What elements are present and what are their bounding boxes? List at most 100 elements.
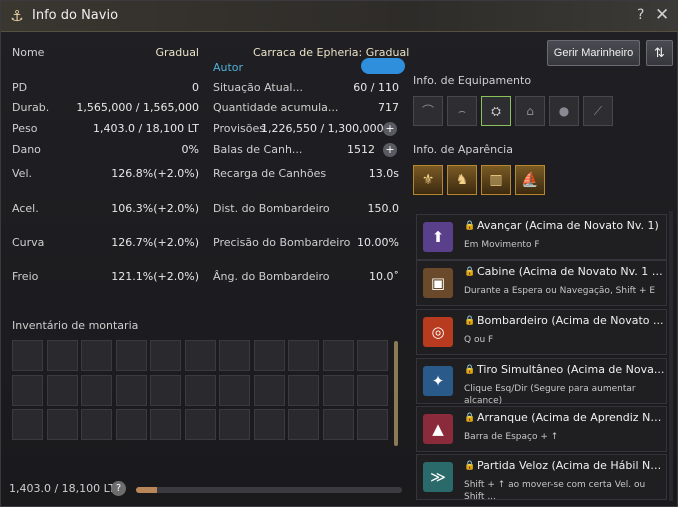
appearance-slot-1[interactable]: ⚜ [413,165,443,195]
right-stat-value: 13.0s [368,167,399,180]
inventory-slot[interactable] [184,340,216,371]
swap-icon: ⇅ [654,45,665,60]
left-stat-value: 1,403.0 / 18,100 LT [92,122,199,135]
skill-icon: ⬆ [423,222,453,252]
inventory-slot[interactable] [150,409,181,440]
add-cannonballs-button[interactable]: + [383,143,397,157]
left-stat-value: 126.8%(+2.0%) [111,167,199,180]
inventory-slot[interactable] [322,409,354,440]
skill-name: Arranque (Acima de Aprendiz Nv... [477,411,665,424]
inventory-slot[interactable] [253,374,285,406]
help-icon[interactable]: ? [637,7,644,23]
skill-item[interactable]: ▲ 🔒 Arranque (Acima de Aprendiz Nv... Barra… [416,406,667,452]
sail-icon: ⌂ [526,104,534,118]
weight-bar [136,487,402,493]
inventory-slot[interactable] [357,340,388,371]
inventory-slot[interactable] [12,409,43,440]
inventory-slot[interactable] [81,340,112,371]
inventory-slot[interactable] [12,374,43,406]
inventory-slot[interactable] [81,409,112,440]
skill-desc: Durante a Espera ou Navegação, Shift + E [464,286,656,296]
inventory-slot[interactable] [184,374,216,406]
skill-name: Cabine (Acima de Novato Nv. 1 e... [477,265,665,278]
skill-item[interactable]: ◎ 🔒 Bombardeiro (Acima de Novato ... Q ou F [416,309,667,355]
inventory-slot[interactable] [288,409,319,440]
inventory-slot[interactable] [184,409,216,440]
equipment-slot-harpoon[interactable]: ⟋ [583,96,613,126]
inventory-slot[interactable] [150,340,181,371]
name-label: Nome [12,46,45,59]
swap-ship-button[interactable]: ⇅ [646,40,673,66]
right-stat-value: 1,226,550 / 1,300,000 [261,122,384,135]
inventory-slot[interactable] [46,374,78,406]
equipment-slot-cannon[interactable]: ⛭ [481,96,511,126]
inventory-slot[interactable] [322,340,354,371]
equipment-slot-prow[interactable]: ⌒ [413,96,443,126]
left-stat-value: 121.1%(+2.0%) [111,270,199,283]
equipment-title: Info. de Equipamento [413,74,532,87]
skill-icon: ▲ [423,414,453,444]
left-stat-label: Dano [12,143,41,156]
skill-item[interactable]: ▣ 🔒 Cabine (Acima de Novato Nv. 1 e... Dura… [416,260,667,306]
ship-info-window: ⚓ Info do Navio ? ✕ Nome Gradual Carraca… [0,0,678,507]
inventory-slot[interactable] [115,409,147,440]
crew-icon: ● [558,104,570,118]
left-stat-label: Peso [12,122,38,135]
left-stat-label: Vel. [12,167,32,180]
inventory-slot[interactable] [288,340,319,371]
inventory-slot[interactable] [357,374,388,406]
appearance-slot-2[interactable]: ♞ [447,165,477,195]
appearance-slot-4[interactable]: ⛵ [515,165,545,195]
skill-item[interactable]: ✦ 🔒 Tiro Simultâneo (Acima de Nova... Cliqu… [416,358,667,406]
right-stat-value: 10.00% [357,236,399,249]
inventory-title: Inventário de montaria [12,319,139,332]
inventory-slot[interactable] [322,374,354,406]
inventory-slot[interactable] [288,374,319,406]
anchor-icon: ⚓ [10,7,24,25]
inventory-weight: 1,403.0 / 18,100 LT [9,482,116,495]
inventory-slot[interactable] [115,340,147,371]
left-stat-label: Freio [12,270,39,283]
right-stat-label: Provisões [213,122,265,135]
left-stat-value: 126.7%(+2.0%) [111,236,199,249]
inventory-slot[interactable] [12,340,43,371]
inventory-slot[interactable] [46,340,78,371]
right-stat-value: 10.0˚ [369,270,399,283]
skill-icon: ≫ [423,462,453,492]
appearance-slot-3[interactable]: ▥ [481,165,511,195]
appearance-prow-icon: ⚜ [421,172,435,188]
inventory-slot[interactable] [219,374,250,406]
manage-crew-button[interactable]: Gerir Marinheiro [547,40,640,66]
inventory-slot[interactable] [357,409,388,440]
equipment-slot-crew[interactable]: ● [549,96,579,126]
weight-help-icon[interactable]: ? [111,481,126,496]
left-stat-value: 106.3%(+2.0%) [111,202,199,215]
appearance-figurehead-icon: ♞ [455,172,469,188]
inventory-slot[interactable] [81,374,112,406]
skill-scrollbar[interactable] [669,211,673,501]
window-title: Info do Navio [32,8,119,23]
skill-desc: Em Movimento F [464,240,540,250]
author-link[interactable]: Autor [213,61,243,74]
inventory-slot[interactable] [219,409,250,440]
inventory-scrollbar[interactable] [394,341,398,446]
appearance-hull-icon: ▥ [489,172,503,188]
add-provisions-button[interactable]: + [383,122,397,136]
equipment-slot-plating[interactable]: ⌢ [447,96,477,126]
inventory-slot[interactable] [253,340,285,371]
lock-icon: 🔒 [464,461,476,471]
close-icon[interactable]: ✕ [655,5,669,25]
inventory-slot[interactable] [46,409,78,440]
left-stat-label: Curva [12,236,45,249]
skill-name: Partida Veloz (Acima de Hábil Nv... [477,459,665,472]
skill-item[interactable]: ⬆ 🔒 Avançar (Acima de Novato Nv. 1) Em Movi… [416,214,667,260]
equipment-slot-sail[interactable]: ⌂ [515,96,545,126]
appearance-title: Info. de Aparência [413,143,513,156]
inventory-slot[interactable] [253,409,285,440]
skill-item[interactable]: ≫ 🔒 Partida Veloz (Acima de Hábil Nv... Shi… [416,454,667,502]
cannon-icon: ⛭ [491,104,501,118]
inventory-slot[interactable] [219,340,250,371]
title-bar[interactable]: ⚓ Info do Navio ? ✕ [1,1,678,32]
inventory-slot[interactable] [115,374,147,406]
inventory-slot[interactable] [150,374,181,406]
